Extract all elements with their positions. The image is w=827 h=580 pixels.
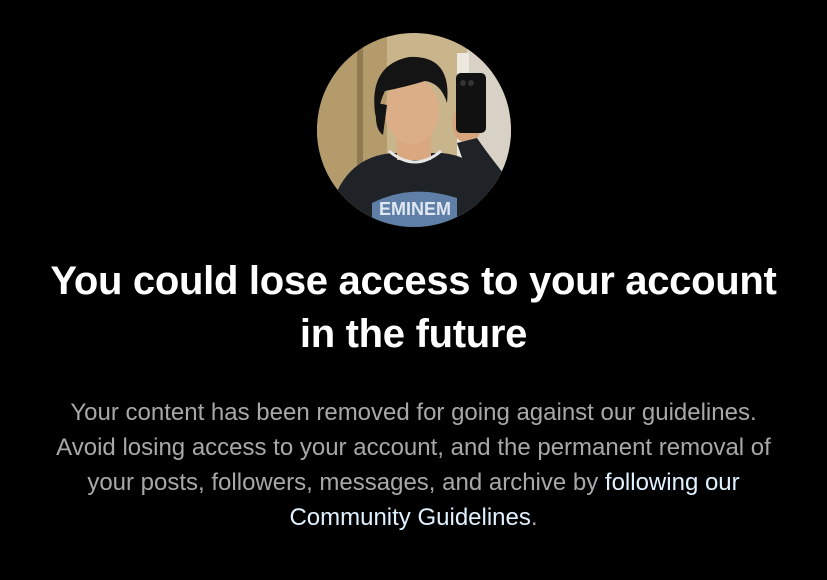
profile-avatar: EMINEM — [317, 33, 511, 227]
profile-photo-icon: EMINEM — [317, 33, 511, 227]
warning-message: Your content has been removed for going … — [40, 395, 787, 535]
warning-screen: EMINEM You could lose access to your acc… — [0, 0, 827, 580]
warning-title: You could lose access to your account in… — [50, 259, 777, 356]
svg-text:EMINEM: EMINEM — [379, 199, 451, 219]
warning-message-suffix: . — [530, 504, 538, 531]
